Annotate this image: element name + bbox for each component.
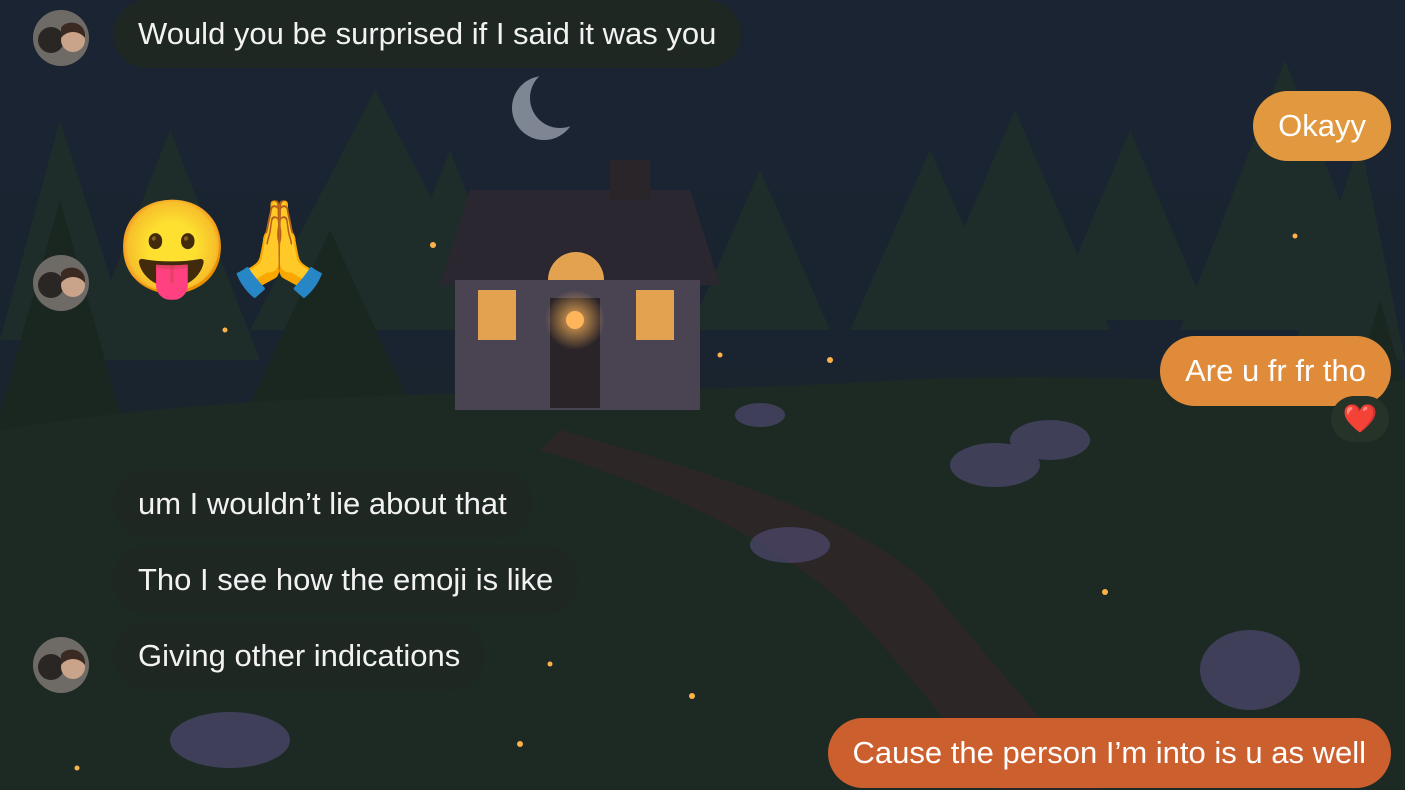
avatar-photo-icon	[33, 255, 89, 311]
avatar-photo-icon	[33, 637, 89, 693]
incoming-message-bubble[interactable]: Tho I see how the emoji is like	[113, 546, 579, 614]
contact-avatar[interactable]	[33, 255, 89, 311]
contact-avatar[interactable]	[33, 10, 89, 66]
contact-avatar[interactable]	[33, 637, 89, 693]
folded-hands-emoji[interactable]: 🙏	[222, 198, 337, 298]
outgoing-message-bubble[interactable]: Okayy	[1253, 91, 1391, 161]
incoming-message-bubble[interactable]: Giving other indications	[113, 622, 486, 690]
outgoing-message-bubble[interactable]: Cause the person I’m into is u as well	[827, 718, 1391, 788]
avatar-photo-icon	[33, 10, 89, 66]
incoming-message-bubble[interactable]: Would you be surprised if I said it was …	[113, 0, 742, 68]
heart-reaction-icon[interactable]: ❤️	[1331, 396, 1389, 442]
tongue-face-emoji[interactable]: 😛	[115, 198, 230, 298]
incoming-message-bubble[interactable]: um I wouldn’t lie about that	[113, 470, 532, 538]
cottage	[440, 160, 720, 410]
